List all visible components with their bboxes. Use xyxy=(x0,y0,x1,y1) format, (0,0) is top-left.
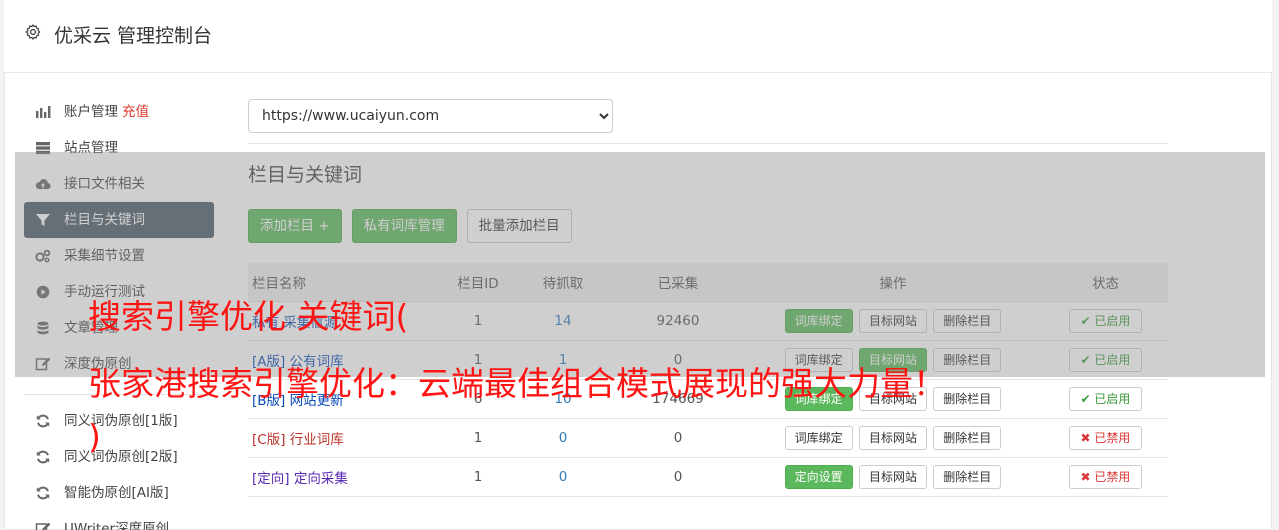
column-id: 1 xyxy=(443,418,513,458)
recharge-link[interactable]: 充值 xyxy=(122,104,149,120)
headline-line-2: 张家港搜索引擎优化：云端最佳组合模式展现的强大力量！ xyxy=(88,364,946,403)
status-badge[interactable]: ✔ 已启用 xyxy=(1069,386,1142,411)
table-row: [定向] 定向采集 1 0 0 定向设置 目标网站 删除栏目 ✖ 已禁用 xyxy=(248,457,1168,497)
delete-column-button[interactable]: 删除栏目 xyxy=(933,425,1002,450)
target-setting-button[interactable]: 定向设置 xyxy=(784,464,853,489)
pending-count[interactable]: 0 xyxy=(559,469,568,485)
site-select[interactable]: https://www.ucaiyun.com xyxy=(248,99,613,133)
status-label: 已禁用 xyxy=(1094,469,1131,484)
divider xyxy=(248,143,1168,144)
column-tag: [定向] xyxy=(252,470,290,487)
bind-lib-button[interactable]: 词库绑定 xyxy=(784,425,853,450)
sidebar-item-label: 智能伪原创[AI版] xyxy=(64,485,169,501)
sidebar-item-synonym-v2[interactable]: 同义词伪原创[2版] xyxy=(24,439,214,475)
app-header: 优采云 管理控制台 xyxy=(4,0,1272,73)
headline-line-1: 搜索引擎优化 关键词( xyxy=(88,297,409,336)
table-row: [C版] 行业词库 1 0 0 词库绑定 目标网站 删除栏目 ✖ 已禁用 xyxy=(248,418,1168,458)
delete-column-button[interactable]: 删除栏目 xyxy=(933,464,1002,489)
sidebar-item-label: 同义词伪原创[2版] xyxy=(64,449,178,465)
column-name[interactable]: 定向采集 xyxy=(294,471,348,487)
status-badge[interactable]: ✖ 已禁用 xyxy=(1069,425,1142,450)
sidebar-item-label: UWriter深度原创 xyxy=(64,521,170,530)
pending-count[interactable]: 0 xyxy=(559,430,568,446)
page: 优采云 管理控制台 账户管理 充值 站点管理 接口文件相关 栏目与关键词 采集细节… xyxy=(0,0,1279,530)
column-name[interactable]: 行业词库 xyxy=(290,432,344,448)
refresh-icon xyxy=(36,414,50,428)
column-id: 1 xyxy=(443,457,513,497)
sidebar-item-uwriter[interactable]: UWriter深度原创 xyxy=(24,511,214,530)
headline-line-3: ) xyxy=(88,417,101,456)
sidebar-item-account[interactable]: 账户管理 充值 xyxy=(24,94,214,130)
collected-count: 0 xyxy=(613,457,743,497)
status-label: 已启用 xyxy=(1094,391,1131,406)
status-label: 已禁用 xyxy=(1094,430,1131,445)
target-site-button[interactable]: 目标网站 xyxy=(858,425,927,450)
sidebar-item-ai-rewrite[interactable]: 智能伪原创[AI版] xyxy=(24,475,214,511)
sidebar-item-label: 账户管理 xyxy=(64,104,118,120)
bar-chart-icon xyxy=(36,106,51,118)
sidebar-item-synonym-v1[interactable]: 同义词伪原创[1版] xyxy=(24,403,214,439)
gear-icon xyxy=(25,24,41,40)
edit-icon xyxy=(35,522,51,530)
dim-overlay xyxy=(15,152,1265,377)
refresh-icon xyxy=(36,486,50,500)
collected-count: 0 xyxy=(613,418,743,458)
status-badge[interactable]: ✖ 已禁用 xyxy=(1069,464,1142,489)
app-title: 优采云 管理控制台 xyxy=(54,25,213,47)
refresh-icon xyxy=(36,450,50,464)
column-tag: [C版] xyxy=(252,431,286,448)
sidebar-item-label: 同义词伪原创[1版] xyxy=(64,413,178,429)
target-site-button[interactable]: 目标网站 xyxy=(858,464,927,489)
